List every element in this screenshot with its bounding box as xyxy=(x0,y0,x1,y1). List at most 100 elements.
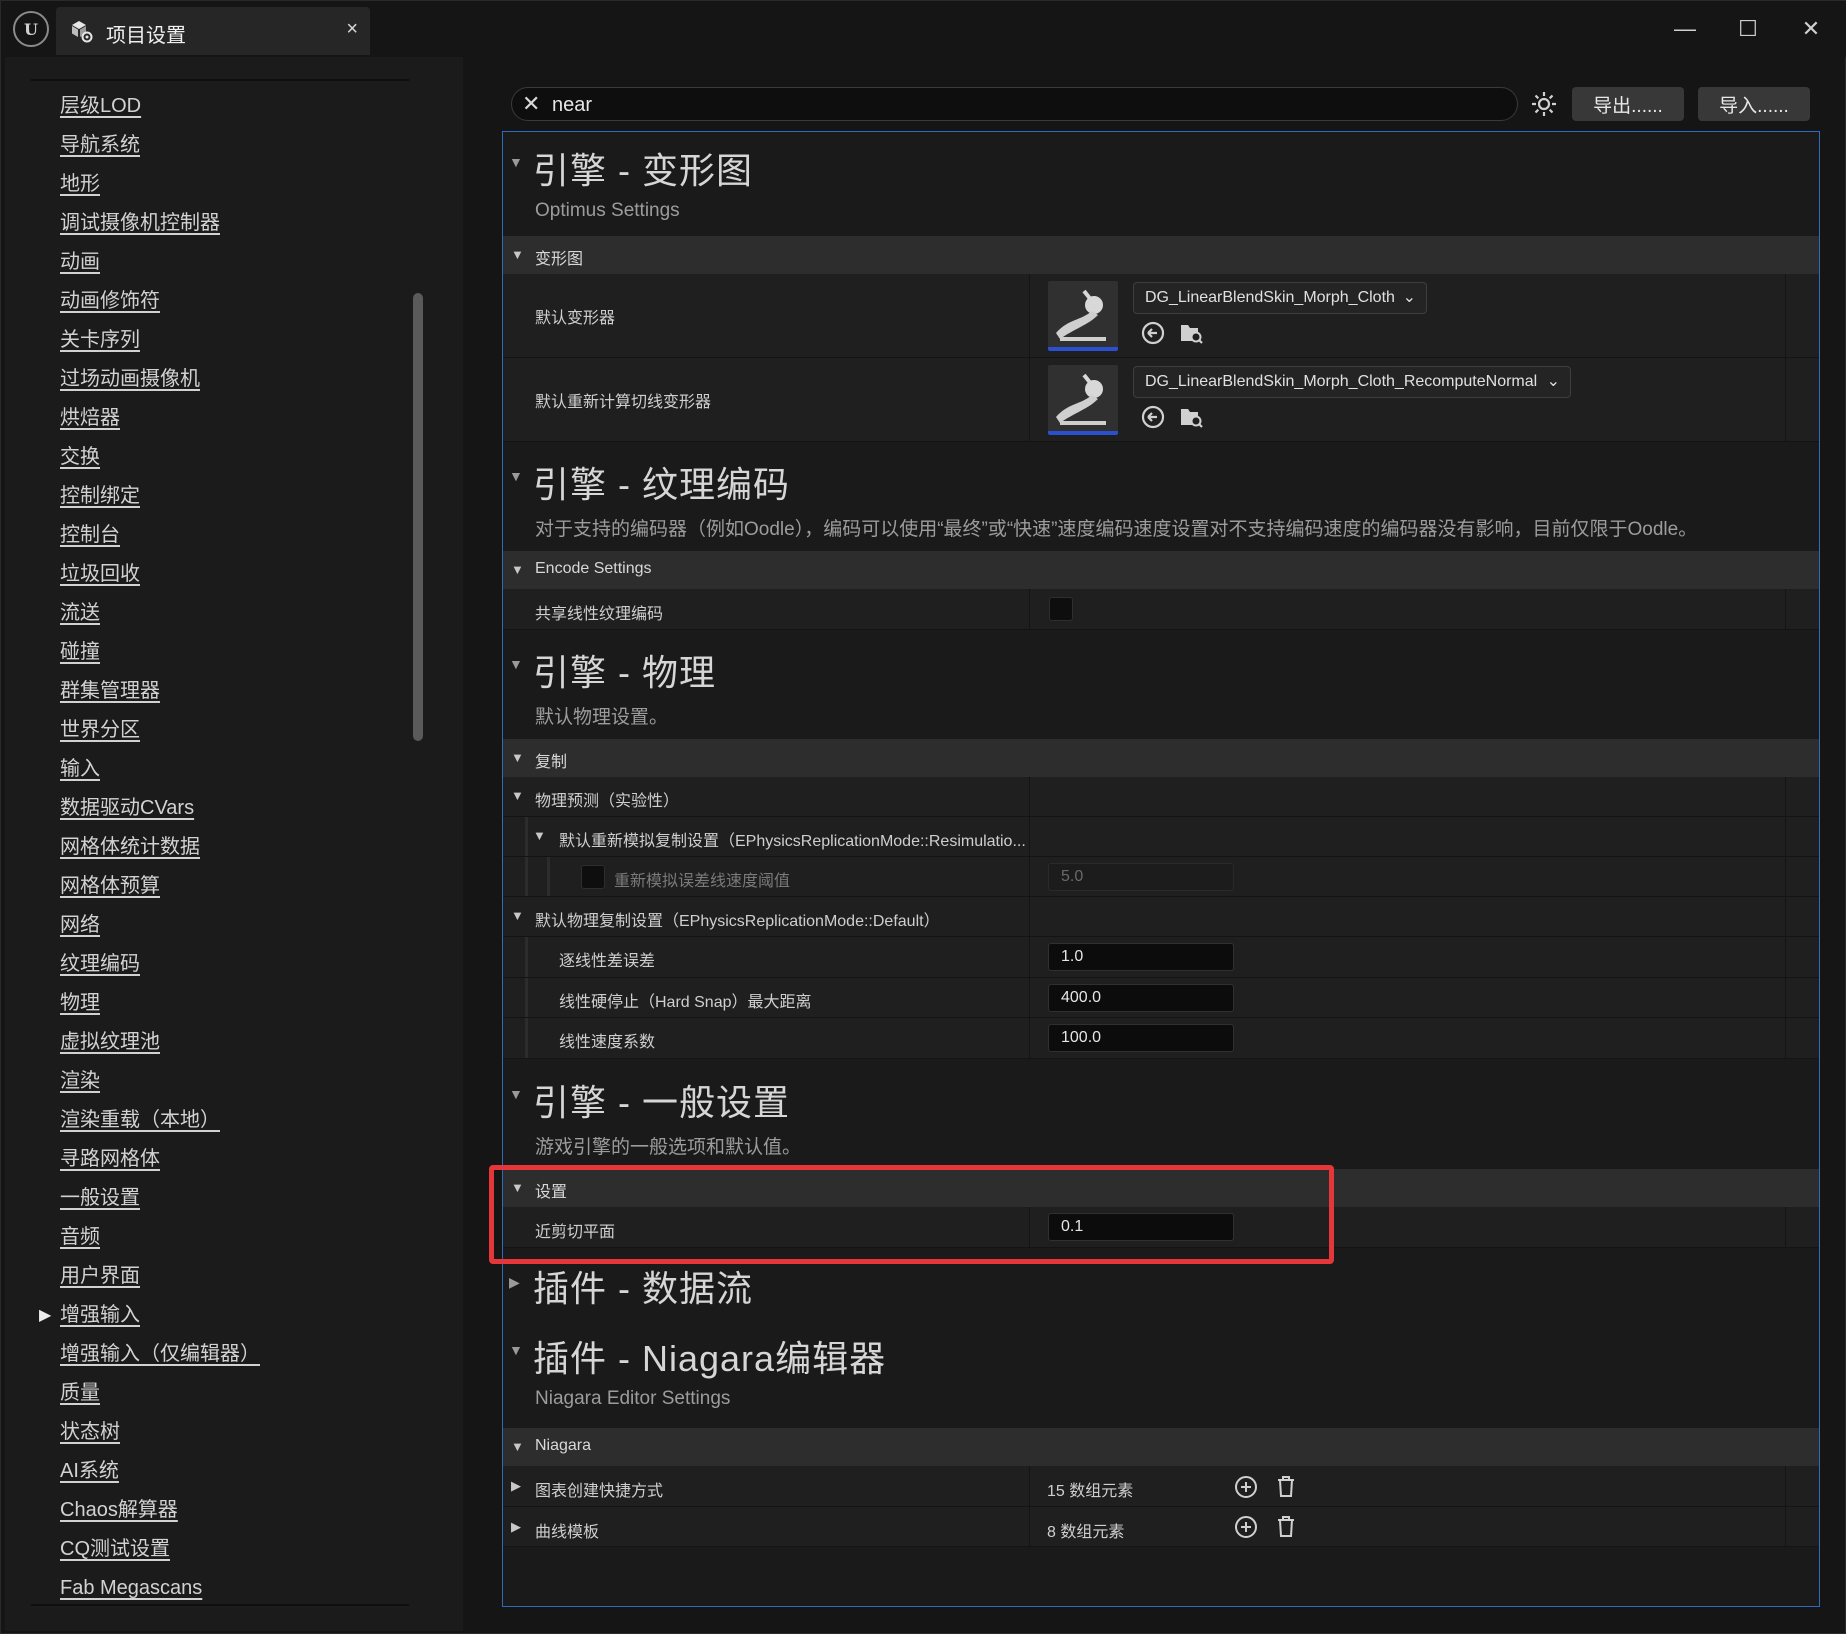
resim-threshold-input[interactable]: 5.0 xyxy=(1048,863,1234,891)
expand-arrow-icon[interactable]: ▶ xyxy=(511,1478,521,1494)
collapse-arrow-icon[interactable]: ▼ xyxy=(511,750,524,765)
collapse-arrow-icon[interactable]: ▼ xyxy=(511,788,524,803)
category-niagara[interactable]: ▼ Niagara xyxy=(503,1428,1819,1466)
sidebar-item[interactable]: 寻路网格体 xyxy=(5,1140,425,1179)
add-element-icon[interactable] xyxy=(1233,1514,1259,1540)
collapse-arrow-icon[interactable]: ▼ xyxy=(511,908,524,923)
sidebar-item[interactable]: ▶ 增强输入 xyxy=(5,1296,425,1335)
collapse-arrow-icon[interactable]: ▼ xyxy=(511,562,524,577)
hard-snap-distance-input[interactable]: 400.0 xyxy=(1048,984,1234,1012)
sidebar-item[interactable]: 碰撞 xyxy=(5,633,425,672)
sidebar-item[interactable]: 群集管理器 xyxy=(5,672,425,711)
collapse-arrow-icon[interactable]: ▼ xyxy=(533,828,546,843)
sidebar-item[interactable]: Fab Megascans xyxy=(5,1569,425,1608)
sidebar-item[interactable]: 输入 xyxy=(5,750,425,789)
gear-icon[interactable] xyxy=(1529,89,1559,119)
sidebar-item[interactable]: 世界分区 xyxy=(5,711,425,750)
sidebar-item-label: 控制绑定 xyxy=(60,485,140,507)
asset-thumbnail[interactable] xyxy=(1048,365,1118,435)
collapse-arrow-icon[interactable]: ▼ xyxy=(511,1439,524,1454)
minimize-button[interactable]: — xyxy=(1665,9,1705,49)
sidebar-item[interactable]: 渲染 xyxy=(5,1062,425,1101)
sidebar-item[interactable]: 动画 xyxy=(5,243,425,282)
sidebar-item[interactable]: 烘焙器 xyxy=(5,399,425,438)
sidebar-item[interactable]: 关卡序列 xyxy=(5,321,425,360)
use-selected-asset-icon[interactable] xyxy=(1140,320,1166,346)
sidebar-item[interactable]: 渲染重载（本地） xyxy=(5,1101,425,1140)
sidebar-item[interactable]: 垃圾回收 xyxy=(5,555,425,594)
export-button[interactable]: 导出...... xyxy=(1572,87,1684,121)
sidebar-item[interactable]: Chaos解算器 xyxy=(5,1491,425,1530)
category-replication[interactable]: ▼ 复制 xyxy=(503,739,1819,777)
sidebar-item[interactable]: 地形 xyxy=(5,165,425,204)
property-row-curve-templates[interactable]: ▶ 曲线模板 8 数组元素 xyxy=(503,1507,1819,1547)
collapse-arrow-icon[interactable]: ▼ xyxy=(509,1342,523,1358)
sidebar-item[interactable]: 网格体统计数据 xyxy=(5,828,425,867)
group-row-physics-prediction[interactable]: ▼ 物理预测（实验性） xyxy=(503,777,1819,817)
sidebar-item[interactable]: 状态树 xyxy=(5,1413,425,1452)
sidebar-item[interactable]: 控制台 xyxy=(5,516,425,555)
sidebar-scrollbar[interactable] xyxy=(413,293,423,741)
group-row-default-resimulation-settings[interactable]: ▼ 默认重新模拟复制设置（EPhysicsReplicationMode::Re… xyxy=(503,817,1819,857)
expand-arrow-icon[interactable]: ▶ xyxy=(509,1274,520,1291)
add-element-icon[interactable] xyxy=(1233,1474,1259,1500)
collapse-arrow-icon[interactable]: ▼ xyxy=(509,656,523,672)
sidebar-item[interactable]: 动画修饰符 xyxy=(5,282,425,321)
sidebar-item[interactable]: 流送 xyxy=(5,594,425,633)
tab-close-button[interactable]: × xyxy=(346,18,358,41)
sidebar-item[interactable]: 数据驱动CVars xyxy=(5,789,425,828)
section-texture-encoding[interactable]: ▼ 引擎 - 纹理编码 对于支持的编码器（例如Oodle），编码可以使用“最终”… xyxy=(503,446,1819,550)
collapse-arrow-icon[interactable]: ▼ xyxy=(511,247,524,262)
collapse-arrow-icon[interactable]: ▼ xyxy=(509,154,523,170)
search-input[interactable] xyxy=(552,92,1492,118)
shared-linear-encoding-checkbox[interactable] xyxy=(1049,597,1073,621)
trash-icon[interactable] xyxy=(1273,1474,1299,1500)
tab-project-settings[interactable]: 项目设置 × xyxy=(56,7,370,55)
clear-search-icon[interactable]: ✕ xyxy=(522,91,540,117)
section-general-settings[interactable]: ▼ 引擎 - 一般设置 游戏引擎的一般选项和默认值。 xyxy=(503,1064,1819,1168)
sidebar-item[interactable]: 音频 xyxy=(5,1218,425,1257)
sidebar-item[interactable]: 层级LOD xyxy=(5,87,425,126)
sidebar-item[interactable]: 控制绑定 xyxy=(5,477,425,516)
expand-arrow-icon[interactable]: ▶ xyxy=(511,1519,521,1535)
property-row-graph-creation-shortcuts[interactable]: ▶ 图表创建快捷方式 15 数组元素 xyxy=(503,1466,1819,1507)
maximize-button[interactable]: ☐ xyxy=(1728,9,1768,49)
group-row-default-physics-replication[interactable]: ▼ 默认物理复制设置（EPhysicsReplicationMode::Defa… xyxy=(503,897,1819,937)
section-niagara-editor[interactable]: ▼ 插件 - Niagara编辑器 Niagara Editor Setting… xyxy=(503,1320,1819,1424)
section-physics[interactable]: ▼ 引擎 - 物理 默认物理设置。 xyxy=(503,634,1819,738)
import-button[interactable]: 导入...... xyxy=(1698,87,1810,121)
sidebar-item[interactable]: 过场动画摄像机 xyxy=(5,360,425,399)
sidebar-item[interactable]: AI系统 xyxy=(5,1452,425,1491)
sidebar-item[interactable]: 交换 xyxy=(5,438,425,477)
sidebar-item[interactable]: 质量 xyxy=(5,1374,425,1413)
use-selected-asset-icon[interactable] xyxy=(1140,404,1166,430)
sidebar-item[interactable]: 导航系统 xyxy=(5,126,425,165)
sidebar-item[interactable]: 网络 xyxy=(5,906,425,945)
trash-icon[interactable] xyxy=(1273,1514,1299,1540)
sidebar-item[interactable]: CQ测试设置 xyxy=(5,1530,425,1569)
category-encode-settings[interactable]: ▼ Encode Settings xyxy=(503,551,1819,589)
collapse-arrow-icon[interactable]: ▼ xyxy=(509,468,523,484)
sidebar-item[interactable]: 虚拟纹理池 xyxy=(5,1023,425,1062)
asset-thumbnail[interactable] xyxy=(1048,281,1118,351)
section-deformer-graph[interactable]: ▼ 引擎 - 变形图 Optimus Settings xyxy=(503,132,1819,234)
override-checkbox[interactable] xyxy=(581,865,605,889)
default-deformer-asset-combo[interactable]: DG_LinearBlendSkin_Morph_Cloth ⌄ xyxy=(1133,282,1427,314)
sidebar-item[interactable]: 物理 xyxy=(5,984,425,1023)
sidebar-item[interactable]: 纹理编码 xyxy=(5,945,425,984)
property-row-linear-velocity-coefficient: 线性速度系数 100.0 xyxy=(503,1018,1819,1059)
sidebar-item[interactable]: 网格体预算 xyxy=(5,867,425,906)
sidebar-item[interactable]: 一般设置 xyxy=(5,1179,425,1218)
collapse-arrow-icon[interactable]: ▼ xyxy=(509,1086,523,1102)
default-recompute-deformer-asset-combo[interactable]: DG_LinearBlendSkin_Morph_Cloth_Recompute… xyxy=(1133,366,1571,398)
expand-arrow-icon[interactable]: ▶ xyxy=(39,1296,51,1335)
close-window-button[interactable]: ✕ xyxy=(1791,9,1831,49)
sidebar-item[interactable]: 增强输入（仅编辑器） xyxy=(5,1335,425,1374)
browse-to-asset-icon[interactable] xyxy=(1178,320,1204,346)
sidebar-item[interactable]: 调试摄像机控制器 xyxy=(5,204,425,243)
sidebar-item[interactable]: 用户界面 xyxy=(5,1257,425,1296)
linear-velocity-coefficient-input[interactable]: 100.0 xyxy=(1048,1024,1234,1052)
linear-error-input[interactable]: 1.0 xyxy=(1048,943,1234,971)
browse-to-asset-icon[interactable] xyxy=(1178,404,1204,430)
category-deformer-graph[interactable]: ▼ 变形图 xyxy=(503,236,1819,274)
